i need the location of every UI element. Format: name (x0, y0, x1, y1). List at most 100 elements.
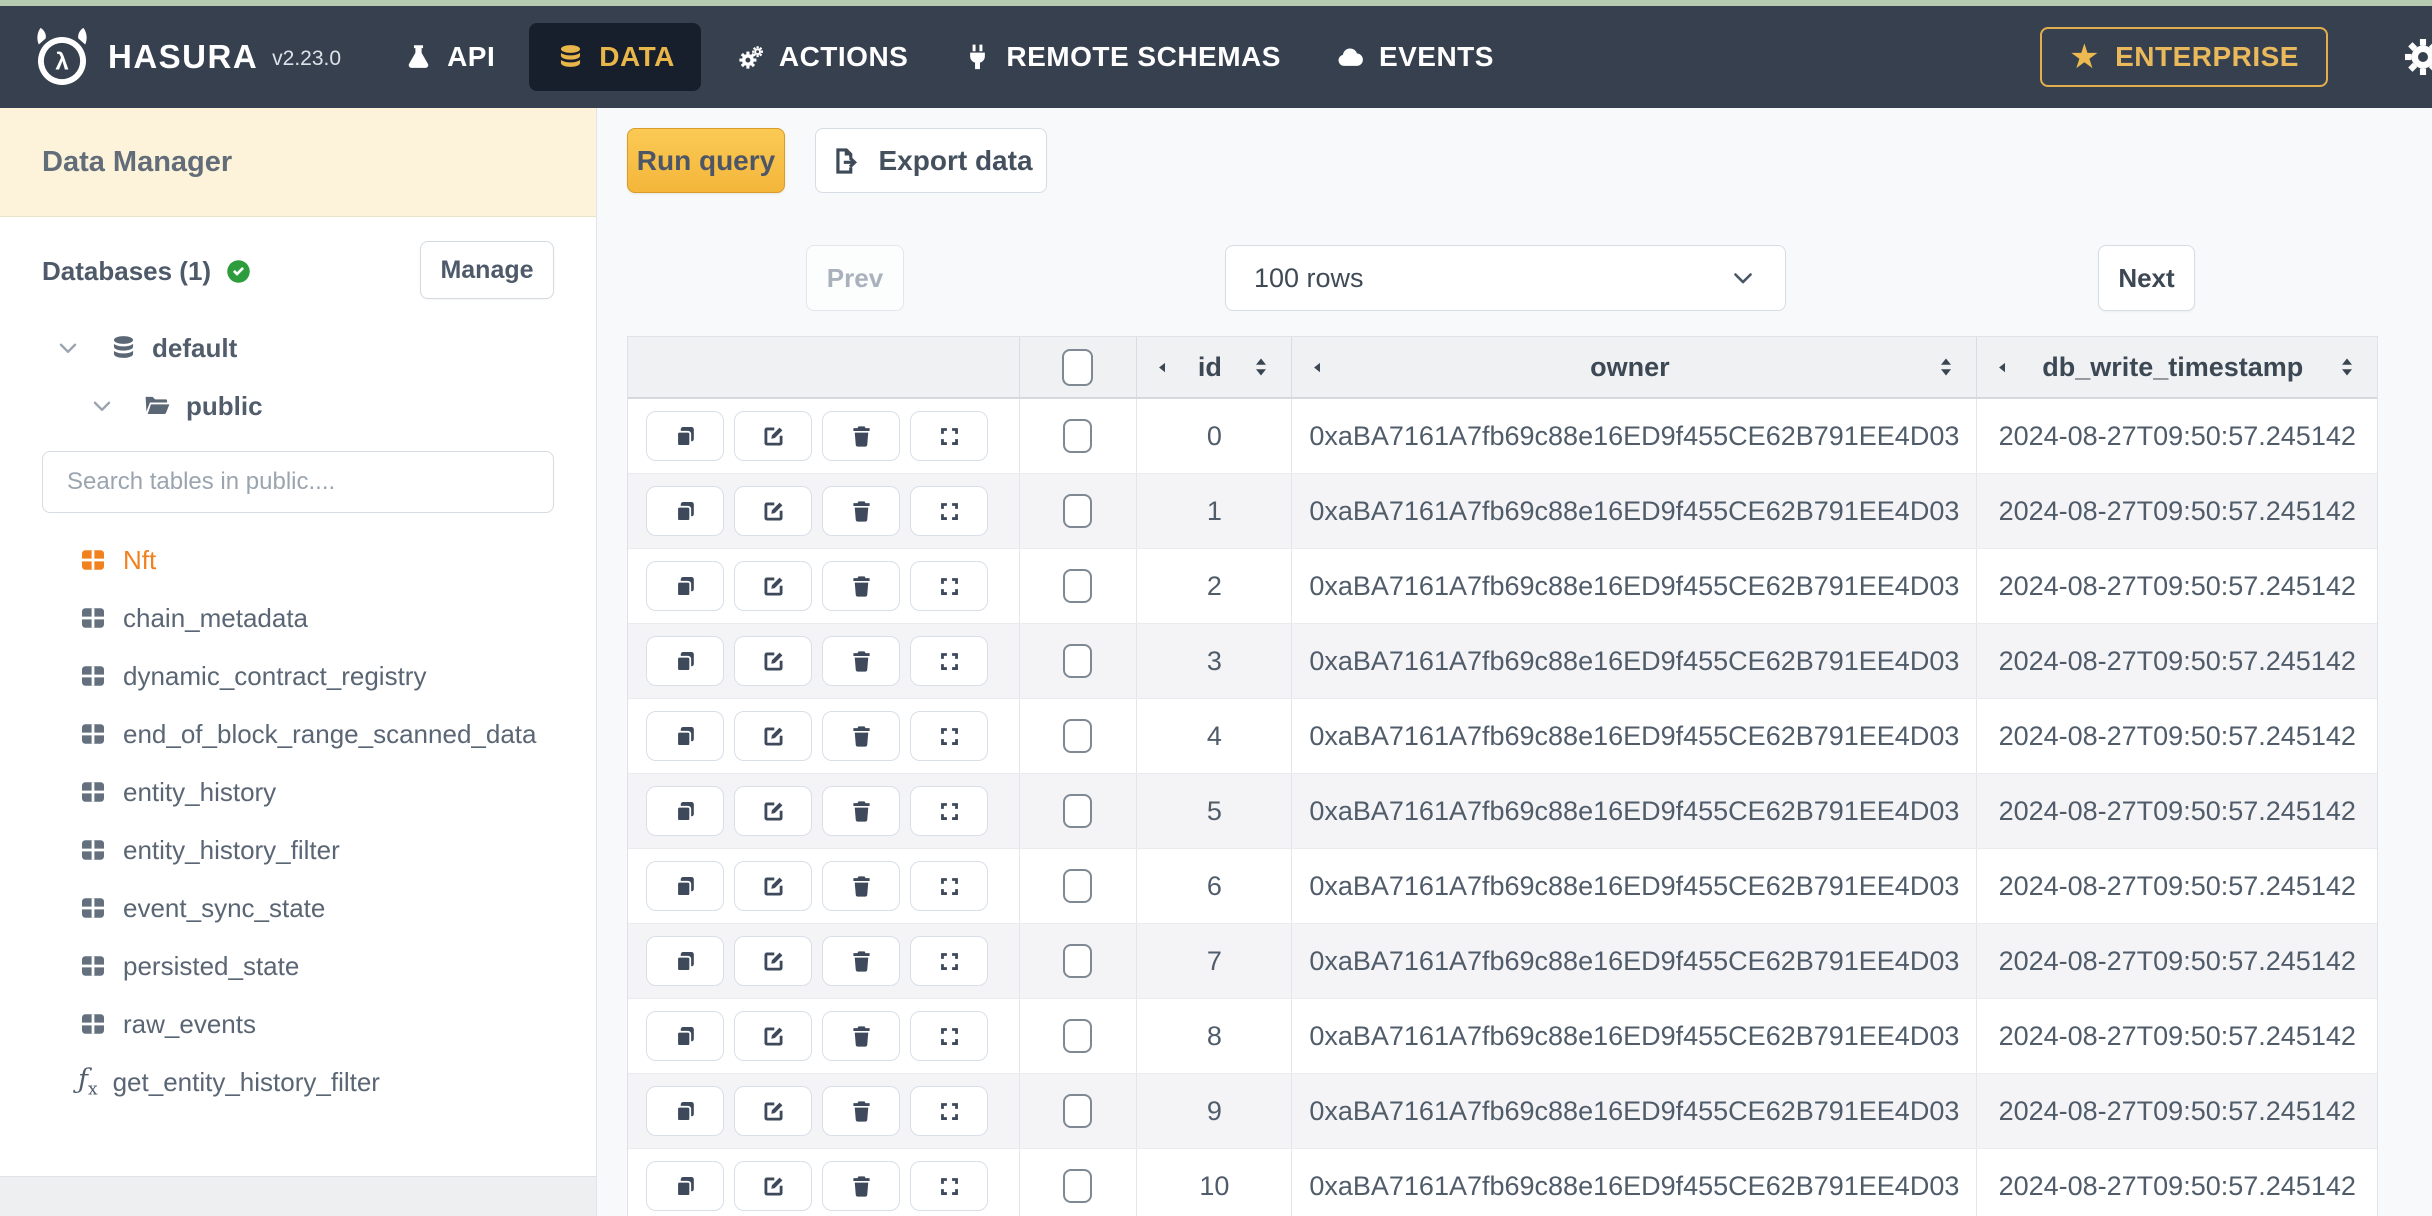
expand-row-button[interactable] (910, 936, 988, 986)
delete-row-button[interactable] (822, 411, 900, 461)
settings-gear-icon[interactable] (2400, 34, 2432, 80)
tree-item-database[interactable]: default (42, 319, 554, 377)
delete-row-button[interactable] (822, 561, 900, 611)
run-query-button[interactable]: Run query (627, 128, 785, 193)
sort-icon[interactable] (1934, 355, 1958, 379)
delete-row-button[interactable] (822, 1161, 900, 1211)
copy-row-button[interactable] (646, 411, 724, 461)
select-all-checkbox[interactable] (1062, 348, 1094, 386)
nav-item-api[interactable]: API (383, 26, 515, 88)
sidebar-table-item-entity-history-filter[interactable]: entity_history_filter (78, 821, 554, 879)
column-label[interactable]: id (1170, 352, 1249, 383)
sidebar-table-item-nft[interactable]: Nft (78, 531, 554, 589)
nav-item-remote-schemas[interactable]: REMOTE SCHEMAS (942, 26, 1301, 88)
row-checkbox[interactable] (1063, 1019, 1093, 1053)
row-checkbox[interactable] (1063, 794, 1093, 828)
caret-left-icon[interactable] (1310, 360, 1325, 375)
expand-row-button[interactable] (910, 1161, 988, 1211)
edit-row-button[interactable] (734, 711, 812, 761)
edit-row-button[interactable] (734, 636, 812, 686)
edit-row-button[interactable] (734, 1011, 812, 1061)
copy-row-button[interactable] (646, 1011, 724, 1061)
sidebar-table-item-event-sync-state[interactable]: event_sync_state (78, 879, 554, 937)
copy-row-button[interactable] (646, 561, 724, 611)
copy-row-button[interactable] (646, 486, 724, 536)
sidebar-table-item-chain-metadata[interactable]: chain_metadata (78, 589, 554, 647)
row-checkbox[interactable] (1063, 494, 1093, 528)
row-checkbox[interactable] (1063, 1094, 1093, 1128)
row-checkbox[interactable] (1063, 719, 1093, 753)
nav-item-events[interactable]: EVENTS (1315, 26, 1514, 88)
sort-icon[interactable] (1249, 355, 1273, 379)
nav-item-data[interactable]: DATA (529, 23, 701, 91)
row-checkbox[interactable] (1063, 644, 1093, 678)
tree-item-schema[interactable]: public (42, 377, 554, 435)
grid-header: id owner db_write_timestamp (628, 337, 2377, 399)
expand-row-button[interactable] (910, 486, 988, 536)
expand-row-button[interactable] (910, 786, 988, 836)
row-checkbox[interactable] (1063, 1169, 1093, 1203)
copy-row-button[interactable] (646, 711, 724, 761)
folder-open-icon (142, 391, 173, 422)
expand-row-button[interactable] (910, 1011, 988, 1061)
column-label[interactable]: owner (1325, 352, 1934, 383)
caret-left-icon[interactable] (1995, 360, 2010, 375)
delete-row-button[interactable] (822, 1086, 900, 1136)
expand-row-button[interactable] (910, 636, 988, 686)
delete-row-button[interactable] (822, 486, 900, 536)
edit-row-button[interactable] (734, 1086, 812, 1136)
copy-row-button[interactable] (646, 1086, 724, 1136)
nav-item-actions[interactable]: ACTIONS (715, 26, 929, 88)
row-checkbox[interactable] (1063, 569, 1093, 603)
copy-row-button[interactable] (646, 636, 724, 686)
expand-row-button[interactable] (910, 711, 988, 761)
sidebar-table-item-dynamic-contract-registry[interactable]: dynamic_contract_registry (78, 647, 554, 705)
enterprise-button[interactable]: ★ ENTERPRISE (2040, 27, 2328, 87)
function-icon: ƒx (78, 1064, 98, 1100)
next-page-button[interactable]: Next (2098, 245, 2195, 311)
edit-row-button[interactable] (734, 486, 812, 536)
sidebar-table-item-raw-events[interactable]: raw_events (78, 995, 554, 1053)
delete-row-button[interactable] (822, 786, 900, 836)
copy-row-button[interactable] (646, 861, 724, 911)
hasura-brand[interactable]: λ HASURA v2.23.0 (30, 25, 341, 89)
copy-row-button[interactable] (646, 936, 724, 986)
sidebar-table-item-end-of-block-range-scanned-data[interactable]: end_of_block_range_scanned_data (78, 705, 554, 763)
delete-row-button[interactable] (822, 1011, 900, 1061)
sidebar-table-item-persisted-state[interactable]: persisted_state (78, 937, 554, 995)
expand-row-button[interactable] (910, 861, 988, 911)
expand-row-button[interactable] (910, 411, 988, 461)
edit-row-button[interactable] (734, 561, 812, 611)
prev-page-button[interactable]: Prev (806, 245, 904, 311)
edit-row-button[interactable] (734, 411, 812, 461)
manage-button[interactable]: Manage (420, 241, 554, 299)
rows-per-page-select[interactable]: 100 rows (1225, 245, 1786, 311)
caret-left-icon[interactable] (1155, 360, 1170, 375)
sidebar-table-item-get-entity-history-filter[interactable]: ƒx get_entity_history_filter (78, 1053, 554, 1111)
delete-row-button[interactable] (822, 636, 900, 686)
delete-row-button[interactable] (822, 711, 900, 761)
edit-row-button[interactable] (734, 786, 812, 836)
row-checkbox[interactable] (1063, 869, 1093, 903)
edit-row-button[interactable] (734, 1161, 812, 1211)
sidebar-table-item-entity-history[interactable]: entity_history (78, 763, 554, 821)
delete-row-button[interactable] (822, 936, 900, 986)
cell-owner: 0xaBA7161A7fb69c88e16ED9f455CE62B791EE4D… (1292, 699, 1978, 773)
edit-row-button[interactable] (734, 861, 812, 911)
search-tables-input[interactable] (42, 451, 554, 513)
expand-row-button[interactable] (910, 561, 988, 611)
sort-icon[interactable] (2335, 355, 2359, 379)
copy-row-button[interactable] (646, 786, 724, 836)
chevron-down-icon[interactable] (55, 335, 81, 361)
cell-db-write-timestamp: 2024-08-27T09:50:57.245142 (1998, 570, 2356, 601)
row-checkbox[interactable] (1063, 419, 1093, 453)
export-data-button[interactable]: Export data (815, 128, 1047, 193)
expand-row-button[interactable] (910, 1086, 988, 1136)
column-label[interactable]: db_write_timestamp (2010, 352, 2335, 383)
row-checkbox[interactable] (1063, 944, 1093, 978)
chevron-down-icon[interactable] (89, 393, 115, 419)
delete-row-button[interactable] (822, 861, 900, 911)
database-icon (108, 333, 139, 364)
copy-row-button[interactable] (646, 1161, 724, 1211)
edit-row-button[interactable] (734, 936, 812, 986)
